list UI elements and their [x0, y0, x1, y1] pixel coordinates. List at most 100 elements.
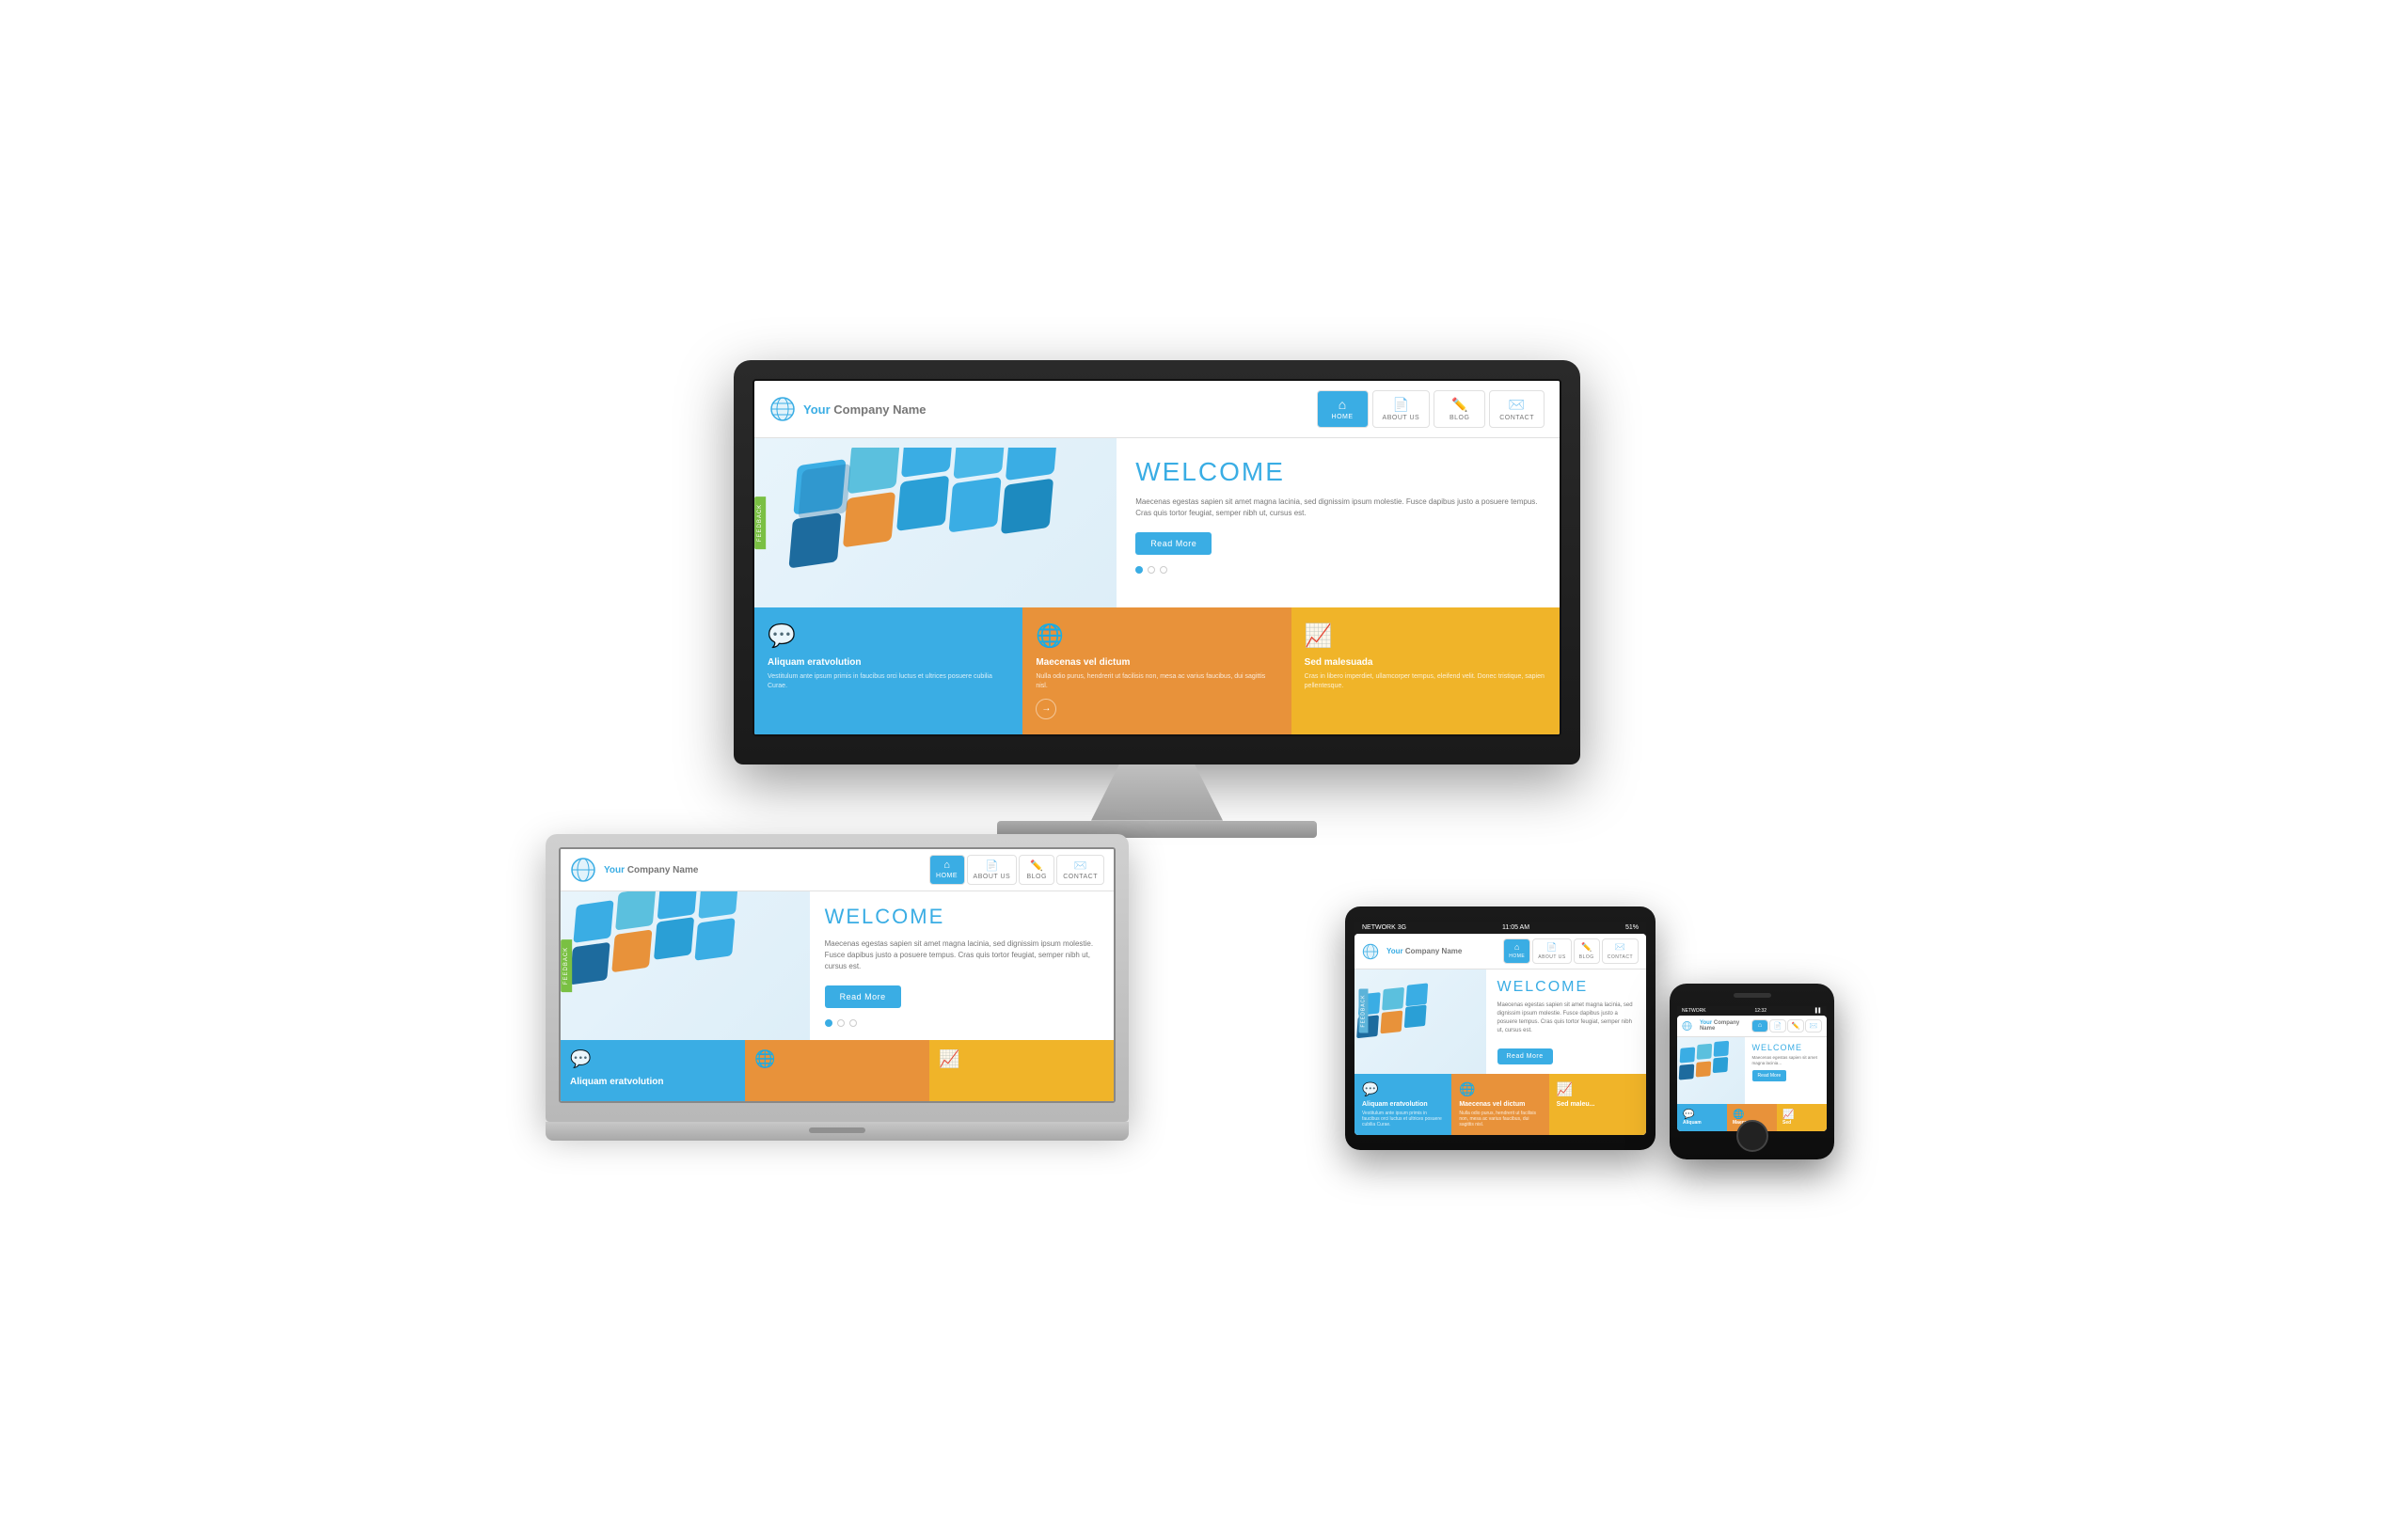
- feature-icon-2-laptop: 🌐: [754, 1049, 920, 1069]
- desktop-monitor: Your Company Name ⌂ HOME 📄 ABOUT US: [734, 360, 1580, 838]
- hero-section-tablet: FEEDBACK WELCOME: [1354, 969, 1646, 1074]
- feat-title-2-tablet: Maecenas vel dictum: [1459, 1101, 1541, 1108]
- feat-title-3-phone: Sed: [1782, 1120, 1821, 1126]
- hero-text-tablet: Maecenas egestas sapien sit amet magna l…: [1497, 1001, 1636, 1035]
- tablet-bezel: NETWORK 3G 11:05 AM 51%: [1345, 906, 1656, 1150]
- nav-phone: ⌂ 📄 ✏️ ✉️: [1751, 1019, 1822, 1032]
- hero-content-laptop: WELCOME Maecenas egestas sapien sit amet…: [810, 891, 1114, 1040]
- nav-blog-desktop[interactable]: ✏️ BLOG: [1434, 390, 1485, 428]
- nav-blog-laptop[interactable]: ✏️ BLOG: [1019, 855, 1054, 885]
- website-laptop: Your Company Name ⌂ HOME 📄 ABOUT US: [561, 849, 1114, 1101]
- tablet-battery: 51%: [1625, 924, 1639, 931]
- features-row-tablet: 💬 Aliquam eratvolution Vestitulum ante i…: [1354, 1074, 1646, 1135]
- feature-text-1-desktop: Vestitulum ante ipsum primis in faucibus…: [768, 672, 1009, 691]
- dot-1-laptop: [825, 1019, 832, 1027]
- feat-icon-3-tablet: 📈: [1557, 1081, 1639, 1097]
- feature-title-1-desktop: Aliquam eratvolution: [768, 657, 1009, 668]
- phone-network: NETWORK: [1682, 1008, 1706, 1014]
- features-row-desktop: 💬 Aliquam eratvolution Vestitulum ante i…: [754, 607, 1560, 734]
- about-icon-tablet: 📄: [1546, 942, 1557, 953]
- logo-globe-icon-laptop: [570, 857, 596, 883]
- feature-title-1-laptop: Aliquam eratvolution: [570, 1077, 736, 1087]
- nav-about-laptop[interactable]: 📄 ABOUT US: [967, 855, 1018, 885]
- home-icon-laptop: ⌂: [943, 859, 950, 871]
- contact-icon-laptop: ✉️: [1074, 859, 1087, 872]
- nav-home-phone[interactable]: ⌂: [1751, 1019, 1768, 1032]
- hero-content-desktop: WELCOME Maecenas egestas sapien sit amet…: [1117, 438, 1560, 607]
- monitor-screen: Your Company Name ⌂ HOME 📄 ABOUT US: [752, 379, 1561, 736]
- nav-contact-phone[interactable]: ✉️: [1805, 1019, 1822, 1032]
- hero-text-desktop: Maecenas egestas sapien sit amet magna l…: [1135, 497, 1541, 519]
- hero-tiles-desktop: [764, 448, 1117, 607]
- logo-text-tablet: Your Company Name: [1386, 947, 1462, 955]
- phone-bezel: NETWORK 12:32 ▌▌: [1670, 984, 1834, 1159]
- hero-content-tablet: WELCOME Maecenas egestas sapien sit amet…: [1486, 969, 1647, 1074]
- website-tablet: Your Company Name ⌂ HOME 📄 ABOUT US: [1354, 934, 1646, 1135]
- blog-icon-tablet: ✏️: [1581, 942, 1592, 953]
- nav-blog-tablet[interactable]: ✏️ BLOG: [1574, 938, 1600, 964]
- site-header-laptop: Your Company Name ⌂ HOME 📄 ABOUT US: [561, 849, 1114, 891]
- nav-about-phone[interactable]: 📄: [1769, 1019, 1786, 1032]
- feature-icon-2: 🌐: [1036, 623, 1277, 650]
- site-header-desktop: Your Company Name ⌂ HOME 📄 ABOUT US: [754, 381, 1560, 438]
- nav-contact-desktop[interactable]: ✉️ CONTACT: [1489, 390, 1545, 428]
- website-desktop: Your Company Name ⌂ HOME 📄 ABOUT US: [754, 381, 1560, 734]
- tablet-status-bar: NETWORK 3G 11:05 AM 51%: [1354, 922, 1646, 934]
- feedback-badge-laptop: FEEDBACK: [561, 939, 572, 992]
- tablet-screen: Your Company Name ⌂ HOME 📄 ABOUT US: [1354, 934, 1646, 1135]
- site-header-tablet: Your Company Name ⌂ HOME 📄 ABOUT US: [1354, 934, 1646, 969]
- feat-title-1-tablet: Aliquam eratvolution: [1362, 1101, 1444, 1108]
- hero-text-phone: Maecenas egestas sapien sit amet magna l…: [1752, 1055, 1819, 1066]
- about-icon: 📄: [1393, 397, 1409, 413]
- feature-card-1-phone: 💬 Aliquam: [1677, 1104, 1727, 1131]
- feat-title-3-tablet: Sed maleu...: [1557, 1101, 1639, 1108]
- feature-arrow-2[interactable]: →: [1036, 699, 1056, 719]
- logo-text-laptop: Your Company Name: [604, 865, 698, 875]
- phone-status-bar: NETWORK 12:32 ▌▌: [1677, 1006, 1827, 1016]
- tiles-svg-phone: [1677, 1037, 1745, 1103]
- nav-contact-laptop[interactable]: ✉️ CONTACT: [1056, 855, 1104, 885]
- feature-icon-3: 📈: [1305, 623, 1546, 650]
- read-more-button-desktop[interactable]: Read More: [1135, 532, 1212, 555]
- feature-card-1-tablet: 💬 Aliquam eratvolution Vestitulum ante i…: [1354, 1074, 1451, 1135]
- feat-icon-1-tablet: 💬: [1362, 1081, 1444, 1097]
- home-icon-tablet: ⌂: [1514, 942, 1519, 952]
- contact-icon: ✉️: [1509, 397, 1525, 413]
- feat-text-2-tablet: Nulla odio purus, hendrerit ut facilisis…: [1459, 1111, 1541, 1127]
- hero-title-tablet: WELCOME: [1497, 979, 1636, 996]
- features-row-laptop: 💬 Aliquam eratvolution 🌐 📈: [561, 1040, 1114, 1101]
- dot-1: [1135, 566, 1143, 574]
- hero-title-desktop: WELCOME: [1135, 457, 1541, 487]
- feature-text-3-desktop: Cras in libero imperdiet, ullamcorper te…: [1305, 672, 1546, 691]
- laptop-lid: Your Company Name ⌂ HOME 📄 ABOUT US: [546, 834, 1129, 1122]
- blog-icon-phone: ✏️: [1792, 1022, 1800, 1030]
- blog-icon-laptop: ✏️: [1030, 859, 1043, 872]
- hero-image-laptop: FEEDBACK: [561, 891, 810, 1040]
- laptop-base: [546, 1122, 1129, 1141]
- nav-home-tablet[interactable]: ⌂ HOME: [1503, 938, 1530, 964]
- feature-card-3-phone: 📈 Sed: [1777, 1104, 1827, 1131]
- read-more-button-tablet[interactable]: Read More: [1497, 1048, 1553, 1064]
- nav-home-laptop[interactable]: ⌂ HOME: [929, 855, 965, 885]
- nav-contact-tablet[interactable]: ✉️ CONTACT: [1602, 938, 1639, 964]
- mobile-phone: NETWORK 12:32 ▌▌: [1670, 984, 1834, 1159]
- feature-title-2-desktop: Maecenas vel dictum: [1036, 657, 1277, 668]
- feature-card-3-laptop: 📈: [929, 1040, 1114, 1101]
- logo-laptop: Your Company Name: [570, 857, 698, 883]
- feature-card-3-desktop: 📈 Sed malesuada Cras in libero imperdiet…: [1291, 607, 1560, 734]
- hero-image-phone: [1677, 1037, 1745, 1104]
- feature-icon-3-laptop: 📈: [939, 1049, 1104, 1069]
- dot-3: [1160, 566, 1167, 574]
- nav-home-desktop[interactable]: ⌂ HOME: [1317, 390, 1369, 428]
- nav-desktop: ⌂ HOME 📄 ABOUT US ✏️ BLOG: [1317, 390, 1545, 428]
- hero-section-desktop: FEEDBACK: [754, 438, 1560, 607]
- feedback-badge-tablet: FEEDBACK: [1358, 989, 1368, 1033]
- nav-about-tablet[interactable]: 📄 ABOUT US: [1532, 938, 1571, 964]
- contact-icon-tablet: ✉️: [1615, 942, 1625, 953]
- read-more-button-phone[interactable]: Read More: [1752, 1070, 1787, 1081]
- monitor-stand: [1063, 764, 1251, 821]
- read-more-button-laptop[interactable]: Read More: [825, 985, 901, 1008]
- nav-about-desktop[interactable]: 📄 ABOUT US: [1372, 390, 1431, 428]
- nav-blog-phone[interactable]: ✏️: [1787, 1019, 1804, 1032]
- hero-dots-laptop: [825, 1019, 1099, 1027]
